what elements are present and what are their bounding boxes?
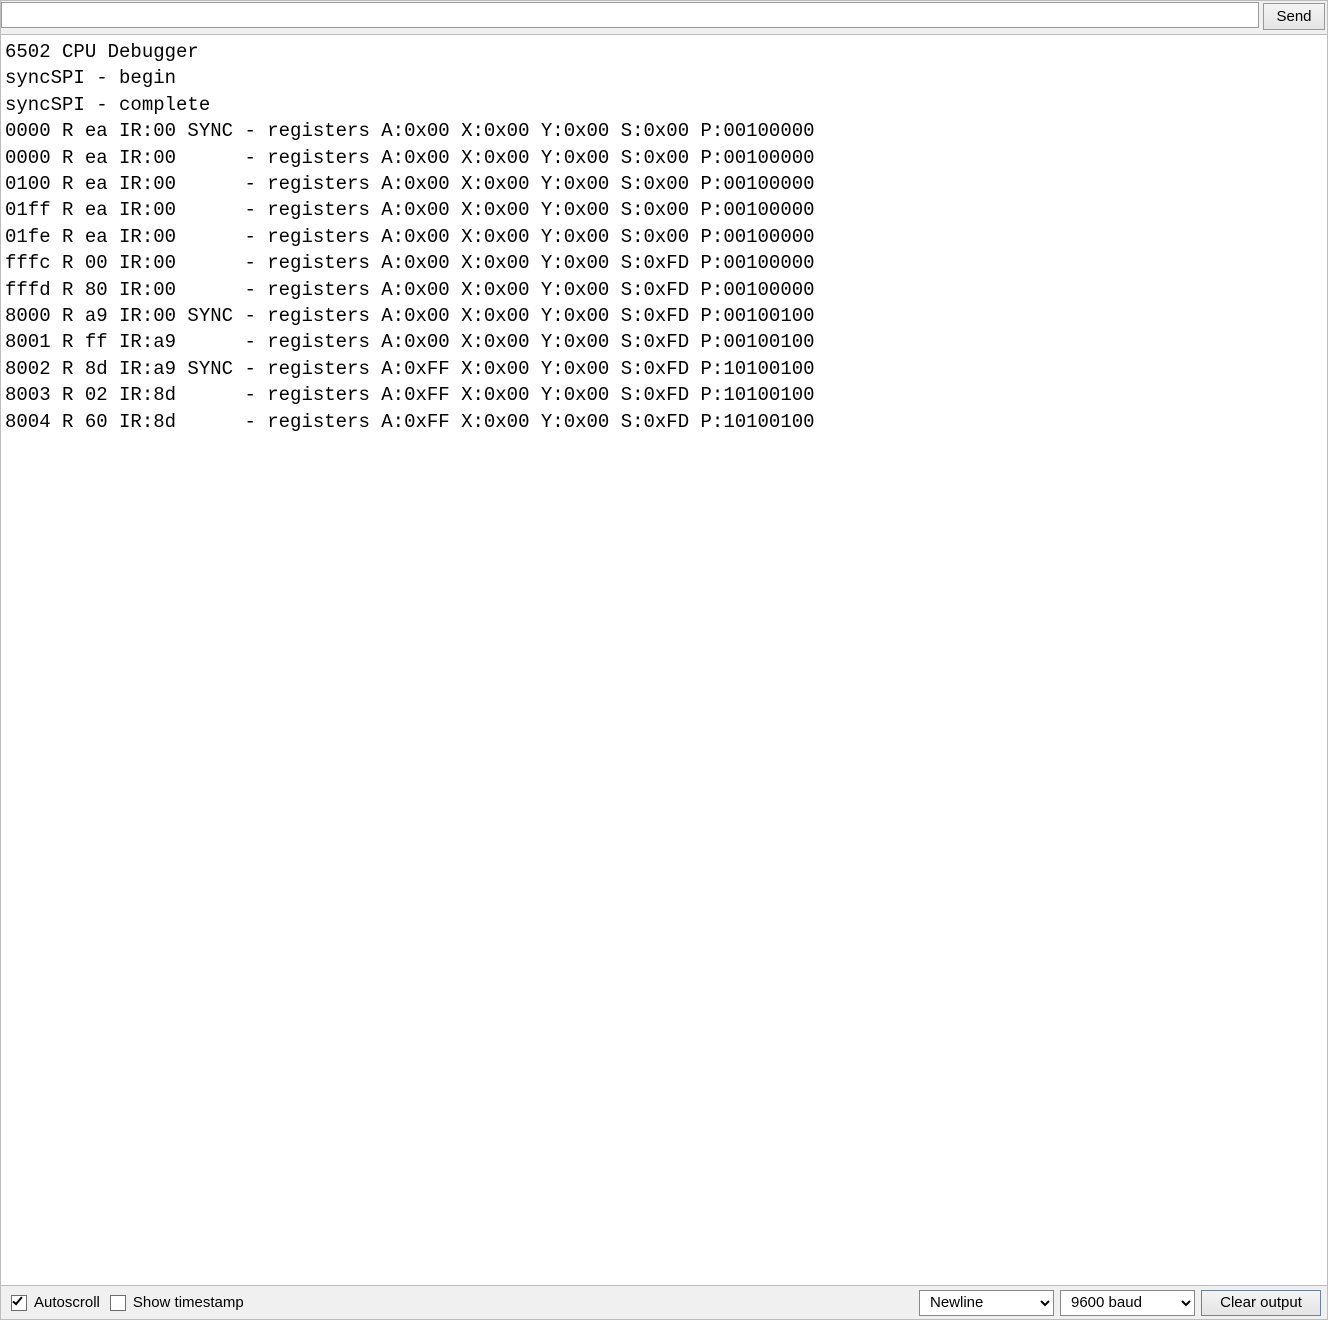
serial-bottom-bar: Autoscroll Show timestamp Newline 9600 b… [1, 1285, 1327, 1319]
clear-output-button[interactable]: Clear output [1201, 1290, 1321, 1316]
serial-console[interactable]: 6502 CPU Debugger syncSPI - begin syncSP… [1, 35, 1327, 1285]
serial-send-bar: Send [1, 1, 1327, 35]
timestamp-checkbox[interactable]: Show timestamp [106, 1292, 244, 1314]
autoscroll-checkbox[interactable]: Autoscroll [7, 1292, 100, 1314]
autoscroll-input[interactable] [11, 1295, 27, 1311]
timestamp-label: Show timestamp [133, 1294, 244, 1311]
send-button[interactable]: Send [1263, 3, 1325, 30]
serial-input[interactable] [1, 2, 1259, 28]
serial-monitor-window: Send 6502 CPU Debugger syncSPI - begin s… [0, 0, 1328, 1320]
baud-select[interactable]: 9600 baud [1060, 1290, 1195, 1316]
line-ending-select[interactable]: Newline [919, 1290, 1054, 1316]
timestamp-input[interactable] [110, 1295, 126, 1311]
autoscroll-label: Autoscroll [34, 1294, 100, 1311]
